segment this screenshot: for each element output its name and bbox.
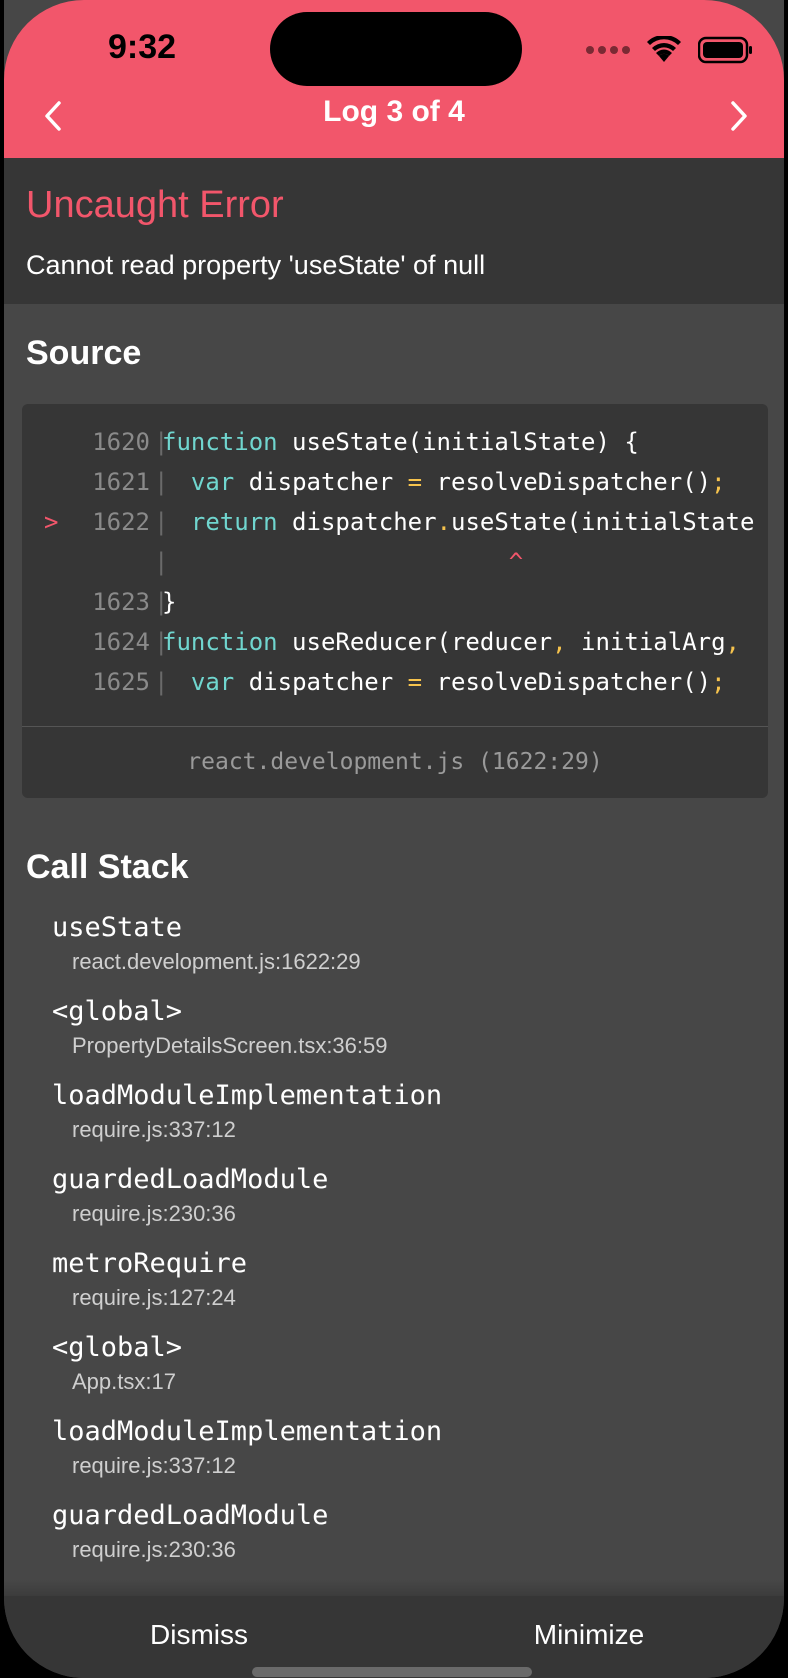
stack-frame[interactable]: useState react.development.js:1622:29 [52, 910, 752, 978]
stack-frame-name: <global> [52, 1332, 183, 1363]
line-number: 1620 [92, 428, 150, 456]
stack-frame-location: require.js:337:12 [72, 1453, 236, 1478]
stack-frame-location: require.js:337:12 [72, 1117, 236, 1142]
code-text: } [162, 588, 177, 616]
line-number: 1624 [92, 628, 150, 656]
status-time: 9:32 [108, 28, 177, 66]
code-text: return dispatcher.useState(initialState [190, 508, 755, 536]
stack-frame-name: <global> [52, 996, 183, 1027]
error-title: Uncaught Error [26, 184, 284, 226]
source-heading: Source [26, 334, 142, 372]
code-line: 1625 | var dispatcher = resolveDispatcher… [22, 662, 768, 702]
dynamic-island [270, 12, 522, 86]
code-lines: 1620 | function useState(initialState) {16… [22, 422, 768, 722]
stack-frame-name: useState [52, 912, 183, 943]
error-overlay: 9:32 Log 3 of 4 Uncaught Error Cannot re… [4, 0, 784, 1678]
error-summary: Uncaught Error Cannot read property 'use… [4, 158, 784, 304]
stack-frame-location: react.development.js:1622:29 [72, 949, 361, 974]
code-line: 1620 | function useState(initialState) { [22, 422, 768, 462]
log-counter-title: Log 3 of 4 [323, 95, 465, 128]
stack-frame-name: guardedLoadModule [52, 1500, 329, 1531]
code-line: >1622 | return dispatcher.useState(initia… [22, 502, 768, 542]
error-line-marker: > [44, 508, 59, 536]
next-log-button[interactable] [714, 96, 764, 136]
code-line: 1623 |} [22, 582, 768, 622]
stack-frame[interactable]: guardedLoadModule require.js:230:36 [52, 1498, 752, 1566]
line-number: 1625 [92, 668, 150, 696]
stack-frame-location: PropertyDetailsScreen.tsx:36:59 [72, 1033, 388, 1058]
line-number: 1623 [92, 588, 150, 616]
stack-frame[interactable]: metroRequire require.js:127:24 [52, 1246, 752, 1314]
stack-frame-name: loadModuleImplementation [52, 1416, 443, 1447]
code-text: var dispatcher = resolveDispatcher(); [190, 468, 726, 496]
stack-frame-location: require.js:230:36 [72, 1537, 236, 1562]
code-text: ^ [508, 548, 524, 576]
dismiss-button[interactable]: Dismiss [4, 1596, 394, 1678]
stack-frame[interactable]: <global> PropertyDetailsScreen.tsx:36:59 [52, 994, 752, 1062]
status-icons [586, 30, 754, 70]
footer-bar: Dismiss Minimize [4, 1596, 784, 1678]
stack-frame-name: metroRequire [52, 1248, 248, 1279]
call-stack-heading: Call Stack [26, 848, 189, 886]
stack-frame[interactable]: loadModuleImplementation require.js:337:1… [52, 1414, 752, 1482]
minimize-button[interactable]: Minimize [394, 1596, 784, 1678]
stack-frame[interactable]: <global> App.tsx:17 [52, 1330, 752, 1398]
source-code-frame[interactable]: 1620 | function useState(initialState) {16… [22, 404, 768, 798]
error-message: Cannot read property 'useState' of null [26, 250, 486, 280]
chevron-right-icon [731, 101, 747, 131]
home-indicator [252, 1667, 532, 1677]
code-line: 1624 | function useReducer(reducer, initia… [22, 622, 768, 662]
scroll-fade [4, 1580, 784, 1596]
stack-frame-location: require.js:127:24 [72, 1285, 236, 1310]
code-text: var dispatcher = resolveDispatcher(); [190, 668, 726, 696]
stack-frame[interactable]: loadModuleImplementation require.js:337:1… [52, 1078, 752, 1146]
stack-frame[interactable]: guardedLoadModule require.js:230:36 [52, 1162, 752, 1230]
line-number: 1622 [92, 508, 150, 536]
wifi-icon [647, 36, 681, 62]
code-line: | ^ [22, 542, 768, 582]
stack-frame-name: loadModuleImplementation [52, 1080, 443, 1111]
battery-icon [698, 36, 752, 64]
code-text: function useState(initialState) { [162, 428, 639, 456]
code-line: 1621 | var dispatcher = resolveDispatcher… [22, 462, 768, 502]
stack-frame-location: require.js:230:36 [72, 1201, 236, 1226]
source-file-location[interactable]: react.development.js (1622:29) [22, 726, 768, 798]
cellular-signal-icon [586, 46, 630, 54]
stack-frame-location: App.tsx:17 [72, 1369, 176, 1394]
stack-frame-name: guardedLoadModule [52, 1164, 329, 1195]
line-number: 1621 [92, 468, 150, 496]
header: 9:32 Log 3 of 4 [4, 0, 784, 158]
code-text: function useReducer(reducer, initialArg, [162, 628, 740, 656]
